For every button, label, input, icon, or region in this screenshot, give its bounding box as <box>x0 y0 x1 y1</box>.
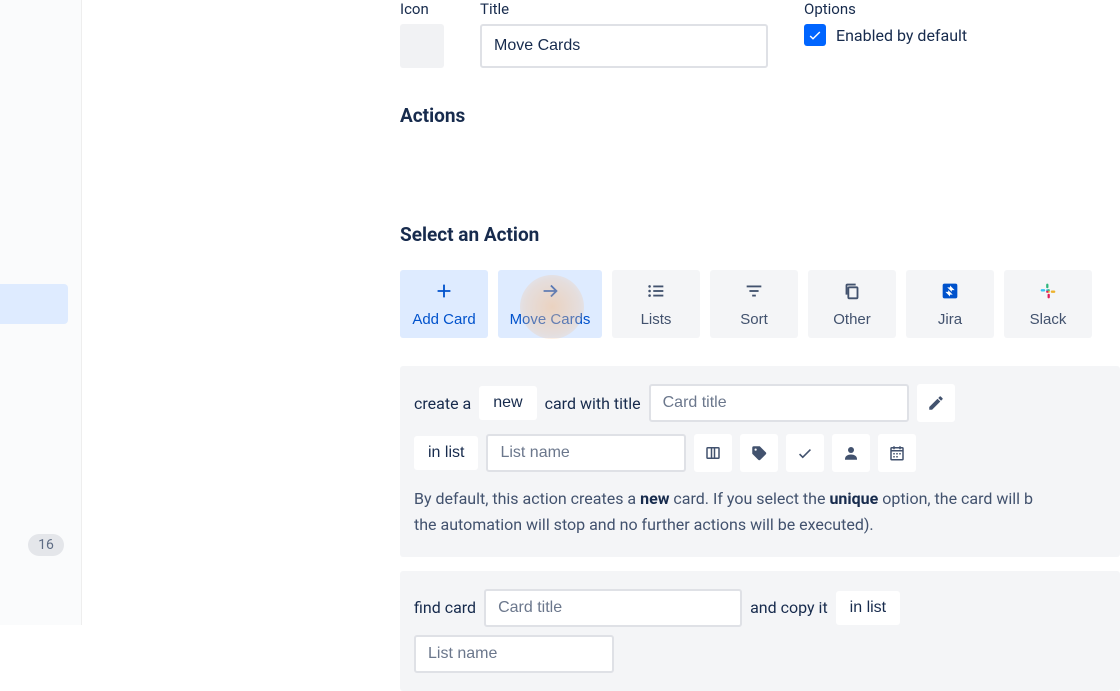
page-count-badge: 16 <box>28 534 64 556</box>
in-list-token-2[interactable]: in list <box>836 591 900 625</box>
main-content: Icon Title Options Enabled by default Ac… <box>400 0 1120 691</box>
select-action-heading: Select an Action <box>400 223 1120 246</box>
icon-label: Icon <box>400 0 444 18</box>
options-label: Options <box>804 0 967 18</box>
check-button[interactable] <box>786 434 824 472</box>
create-description: By default, this action creates a new ca… <box>414 486 1106 539</box>
action-tiles-row: Add Card Move Cards Lists Sort Other Jir… <box>400 270 1120 338</box>
plus-icon <box>433 280 455 305</box>
tag-icon <box>750 444 768 462</box>
check-icon <box>796 444 814 462</box>
tile-label: Slack <box>1030 311 1067 328</box>
edit-icon <box>927 394 945 412</box>
icon-picker[interactable] <box>400 24 444 68</box>
sidebar-selected-item[interactable] <box>0 284 68 324</box>
list-icon <box>645 280 667 305</box>
sidebar: 16 <box>0 0 82 625</box>
in-list-token[interactable]: in list <box>414 436 478 470</box>
tile-add-card[interactable]: Add Card <box>400 270 488 338</box>
member-button[interactable] <box>832 434 870 472</box>
title-label: Title <box>480 0 768 18</box>
create-a-text: create a <box>414 394 471 413</box>
card-with-title-text: card with title <box>545 394 641 413</box>
find-card-text: find card <box>414 598 476 617</box>
date-button[interactable] <box>878 434 916 472</box>
board-button[interactable] <box>694 434 732 472</box>
create-card-panel: create a new card with title in list <box>400 366 1120 557</box>
and-copy-text: and copy it <box>750 598 828 617</box>
new-token[interactable]: new <box>479 386 536 420</box>
tile-sort[interactable]: Sort <box>710 270 798 338</box>
enabled-checkbox[interactable] <box>804 24 826 46</box>
tile-other[interactable]: Other <box>808 270 896 338</box>
list-name-input[interactable] <box>486 434 686 472</box>
edit-button[interactable] <box>917 384 955 422</box>
find-card-panel: find card and copy it in list <box>400 571 1120 691</box>
find-list-name-input[interactable] <box>414 635 614 673</box>
label-button[interactable] <box>740 434 778 472</box>
check-icon <box>807 27 823 43</box>
tile-slack[interactable]: Slack <box>1004 270 1092 338</box>
board-icon <box>704 444 722 462</box>
find-card-title-input[interactable] <box>484 589 742 627</box>
jira-icon <box>939 280 961 305</box>
title-input[interactable] <box>480 24 768 68</box>
tile-lists[interactable]: Lists <box>612 270 700 338</box>
filter-icon <box>743 280 765 305</box>
tile-label: Lists <box>641 311 672 328</box>
tile-label: Sort <box>740 311 768 328</box>
slack-icon <box>1037 280 1059 305</box>
actions-heading: Actions <box>400 104 1120 127</box>
tile-move-cards[interactable]: Move Cards <box>498 270 602 338</box>
tile-label: Jira <box>938 311 962 328</box>
tile-label: Add Card <box>412 311 475 328</box>
copy-icon <box>841 280 863 305</box>
person-icon <box>842 444 860 462</box>
calendar-icon <box>888 444 906 462</box>
tile-label: Other <box>833 311 871 328</box>
enabled-label: Enabled by default <box>836 26 967 45</box>
arrow-right-icon <box>539 280 561 305</box>
card-title-input[interactable] <box>649 384 909 422</box>
tile-jira[interactable]: Jira <box>906 270 994 338</box>
tile-label: Move Cards <box>510 311 591 328</box>
